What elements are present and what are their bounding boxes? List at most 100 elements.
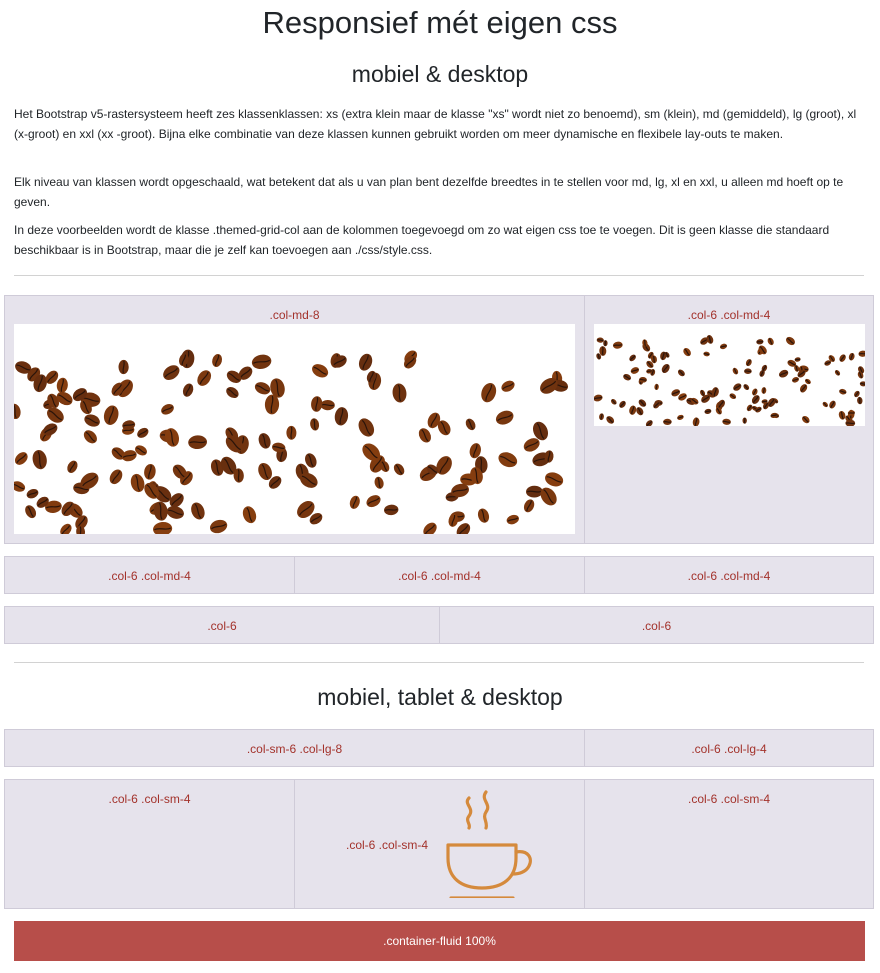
coffee-bean — [14, 403, 21, 420]
coffee-bean — [778, 369, 789, 378]
coffee-bean — [56, 377, 68, 393]
col-label: .col-6 — [641, 619, 672, 633]
grid-col-md-8: .col-md-8 — [4, 295, 585, 544]
coffee-bean — [311, 396, 323, 412]
coffee-bean — [704, 408, 712, 414]
coffee-bean — [654, 383, 659, 390]
grid-col-6-sm-4: .col-6 .col-sm-4 — [4, 779, 295, 909]
grid-col-6-md-4: .col-6 .col-md-4 — [4, 556, 295, 594]
section-heading-mobile-tablet-desktop: mobiel, tablet & desktop — [317, 684, 563, 710]
col-label: .col-6 .col-md-4 — [108, 569, 191, 583]
coffee-bean — [619, 400, 626, 408]
coffee-bean — [603, 340, 608, 347]
coffee-bean — [14, 481, 26, 492]
coffee-bean — [732, 367, 739, 375]
coffee-bean — [661, 363, 670, 374]
coffee-bean — [743, 384, 750, 391]
coffee-bean — [677, 369, 685, 377]
col-label: .col-6 — [207, 619, 237, 633]
coffee-bean — [623, 373, 632, 381]
coffee-bean — [822, 401, 828, 408]
coffee-bean — [60, 523, 72, 534]
coffee-bean — [212, 354, 223, 367]
col-label: .col-sm-6 .col-lg-8 — [246, 742, 343, 756]
coffee-bean — [745, 359, 752, 367]
coffee-bean — [610, 399, 617, 405]
coffee-bean — [109, 469, 123, 485]
coffee-bean — [374, 476, 384, 489]
coffee-bean — [130, 473, 145, 493]
coffee-bean — [599, 413, 604, 421]
coffee-bean — [752, 388, 758, 396]
coffee-bean — [242, 506, 257, 524]
coffee-bean — [629, 354, 636, 362]
coffee-bean — [334, 407, 349, 426]
coffee-beans-image — [594, 324, 865, 426]
coffee-bean — [251, 354, 272, 370]
coffee-bean — [191, 502, 205, 520]
coffee-bean — [358, 353, 373, 371]
coffee-bean — [188, 435, 207, 450]
coffee-bean — [792, 377, 799, 383]
coffee-bean — [804, 378, 811, 385]
coffee-bean — [310, 418, 320, 431]
coffee-bean — [545, 472, 564, 487]
coffee-bean — [423, 522, 437, 534]
coffee-bean — [802, 415, 810, 424]
coffee-bean — [392, 383, 407, 403]
coffee-bean — [594, 394, 603, 402]
page-title: Responsief mét eigen css — [262, 5, 618, 40]
coffee-bean — [692, 417, 700, 426]
coffee-bean — [729, 393, 737, 399]
col-label: .col-6 .col-sm-4 — [345, 838, 428, 852]
coffee-bean — [719, 343, 728, 350]
coffee-bean — [839, 388, 847, 395]
coffee-bean — [358, 418, 375, 437]
coffee-bean — [733, 383, 742, 391]
coffee-bean — [629, 405, 637, 415]
coffee-bean — [25, 505, 37, 519]
col-label: .col-6 .col-lg-4 — [691, 742, 767, 756]
coffee-bean — [636, 407, 644, 416]
coffee-bean — [254, 382, 271, 395]
grid-col-6: .col-6 — [439, 606, 874, 644]
coffee-bean — [786, 336, 795, 346]
col-label: .col-6 .col-md-4 — [687, 308, 771, 322]
intro-paragraph-2: Elk niveau van klassen wordt opgeschaald… — [14, 175, 844, 209]
section-heading-mobile-desktop: mobiel & desktop — [351, 61, 529, 87]
coffee-bean — [761, 387, 767, 394]
coffee-bean — [663, 418, 672, 426]
coffee-bean — [526, 485, 543, 498]
coffee-bean — [320, 399, 335, 411]
coffee-bean — [506, 514, 519, 525]
grid-col-6-md-4: .col-6 .col-md-4 — [584, 295, 874, 544]
coffee-bean — [14, 452, 28, 465]
coffee-beans-illustration — [594, 335, 865, 426]
coffee-bean — [67, 460, 78, 473]
coffee-bean — [103, 405, 119, 425]
coffee-bean — [481, 382, 497, 403]
intro-paragraph-3: In deze voorbeelden wordt de klasse .the… — [14, 223, 830, 257]
coffee-bean — [839, 354, 846, 362]
col-label: .col-6 .col-sm-4 — [108, 792, 191, 806]
coffee-bean — [799, 384, 808, 393]
grid-col-6-md-4: .col-6 .col-md-4 — [584, 556, 874, 594]
coffee-bean — [118, 359, 129, 375]
coffee-bean — [197, 370, 212, 386]
coffee-bean — [848, 352, 855, 361]
coffee-bean — [645, 420, 653, 426]
coffee-bean — [210, 519, 228, 534]
coffee-bean — [84, 414, 100, 427]
coffee-bean — [137, 427, 149, 438]
coffee-bean — [182, 383, 194, 397]
coffee-bean — [498, 452, 518, 468]
coffee-bean — [83, 430, 97, 444]
coffee-beans-image — [14, 324, 575, 534]
coffee-bean — [834, 370, 841, 376]
coffee-bean — [161, 404, 174, 415]
coffee-bean — [638, 399, 647, 407]
coffee-bean — [744, 368, 752, 375]
coffee-bean — [606, 416, 615, 424]
coffee-bean — [384, 504, 399, 516]
coffee-bean — [26, 488, 39, 499]
